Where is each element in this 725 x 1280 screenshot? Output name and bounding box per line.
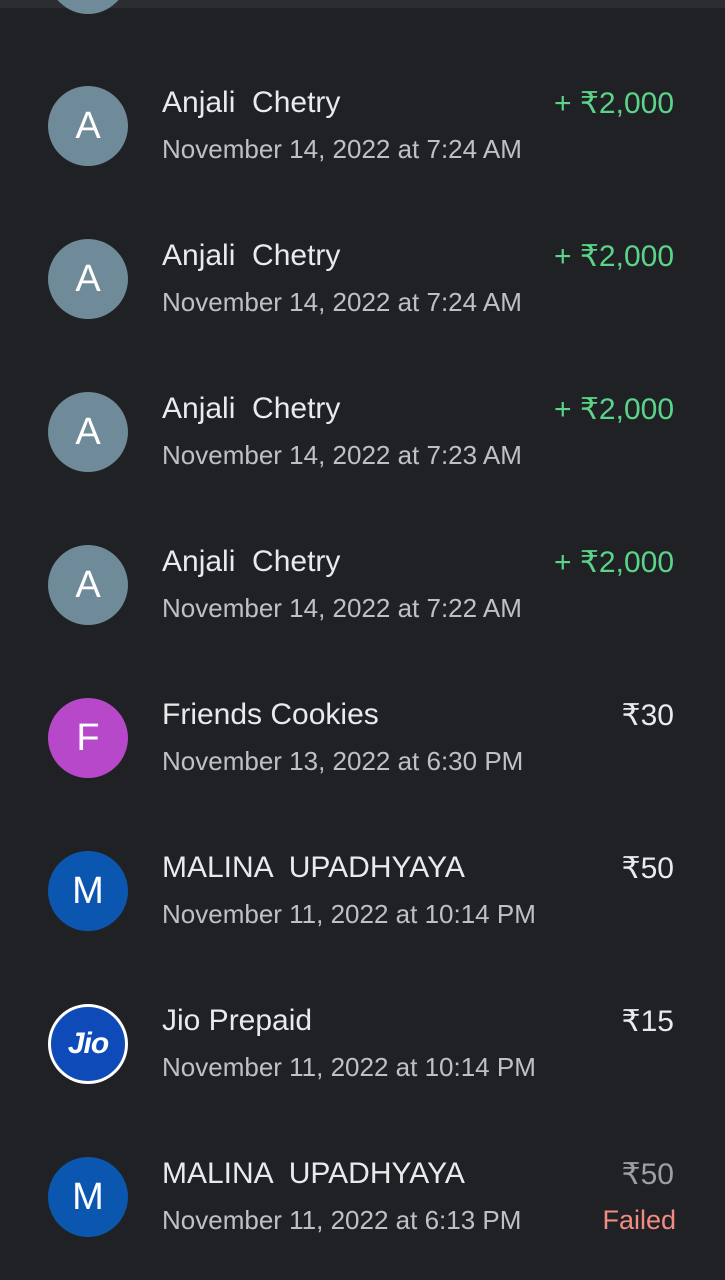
- transaction-date: November 13, 2022 at 6:30 PM: [162, 746, 524, 776]
- transaction-date: November 11, 2022 at 6:13 PM: [162, 1205, 522, 1235]
- transaction-row[interactable]: A Anjali Chetry November 14, 2022 at 7:2…: [0, 205, 725, 358]
- transaction-date: November 14, 2022 at 7:22 AM: [162, 593, 522, 623]
- transaction-date: November 14, 2022 at 7:23 AM: [162, 440, 522, 470]
- transaction-date: November 14, 2022 at 7:24 AM: [162, 287, 522, 317]
- payee-name: Anjali Chetry: [162, 545, 341, 578]
- transaction-date: November 14, 2022 at 7:24 AM: [162, 134, 522, 164]
- transaction-row[interactable]: A Anjali Chetry November 14, 2022 at 7:2…: [0, 358, 725, 511]
- failed-status: Failed: [602, 1205, 676, 1235]
- transaction-row[interactable]: M MALINA UPADHYAYA November 11, 2022 at …: [0, 1123, 725, 1276]
- avatar: A: [48, 545, 128, 625]
- transaction-row[interactable]: Jio Jio Prepaid November 11, 2022 at 10:…: [0, 970, 725, 1123]
- transaction-date: November 11, 2022 at 10:14 PM: [162, 1052, 536, 1082]
- amount: ₹50: [621, 1158, 674, 1191]
- payee-name: MALINA UPADHYAYA: [162, 851, 465, 884]
- amount: ₹30: [621, 699, 674, 732]
- payee-name: Anjali Chetry: [162, 392, 341, 425]
- payee-name: Anjali Chetry: [162, 86, 341, 119]
- transaction-row[interactable]: F Friends Cookies November 13, 2022 at 6…: [0, 664, 725, 817]
- transaction-date: November 11, 2022 at 10:14 PM: [162, 899, 536, 929]
- payee-name: MALINA UPADHYAYA: [162, 1157, 465, 1190]
- payee-name: Anjali Chetry: [162, 239, 341, 272]
- avatar: M: [48, 851, 128, 931]
- transaction-row[interactable]: A Anjali Chetry November 14, 2022 at 7:2…: [0, 52, 725, 205]
- amount: + ₹2,000: [553, 240, 674, 273]
- transaction-row[interactable]: M MALINA UPADHYAYA November 11, 2022 at …: [0, 817, 725, 970]
- transaction-row[interactable]: A Anjali Chetry November 14, 2022 at 7:2…: [0, 511, 725, 664]
- amount: ₹50: [621, 852, 674, 885]
- transaction-list: A Anjali Chetry November 14, 2022 at 7:2…: [0, 52, 725, 1276]
- payee-name: Jio Prepaid: [162, 1004, 313, 1037]
- amount: + ₹2,000: [553, 393, 674, 426]
- amount: + ₹2,000: [553, 87, 674, 120]
- payee-name: Friends Cookies: [162, 698, 379, 731]
- amount: ₹15: [621, 1005, 674, 1038]
- avatar: A: [48, 239, 128, 319]
- jio-logo-avatar: Jio: [48, 1004, 128, 1084]
- avatar: F: [48, 698, 128, 778]
- amount: + ₹2,000: [553, 546, 674, 579]
- avatar: A: [48, 86, 128, 166]
- avatar: A: [48, 392, 128, 472]
- avatar: M: [48, 1157, 128, 1237]
